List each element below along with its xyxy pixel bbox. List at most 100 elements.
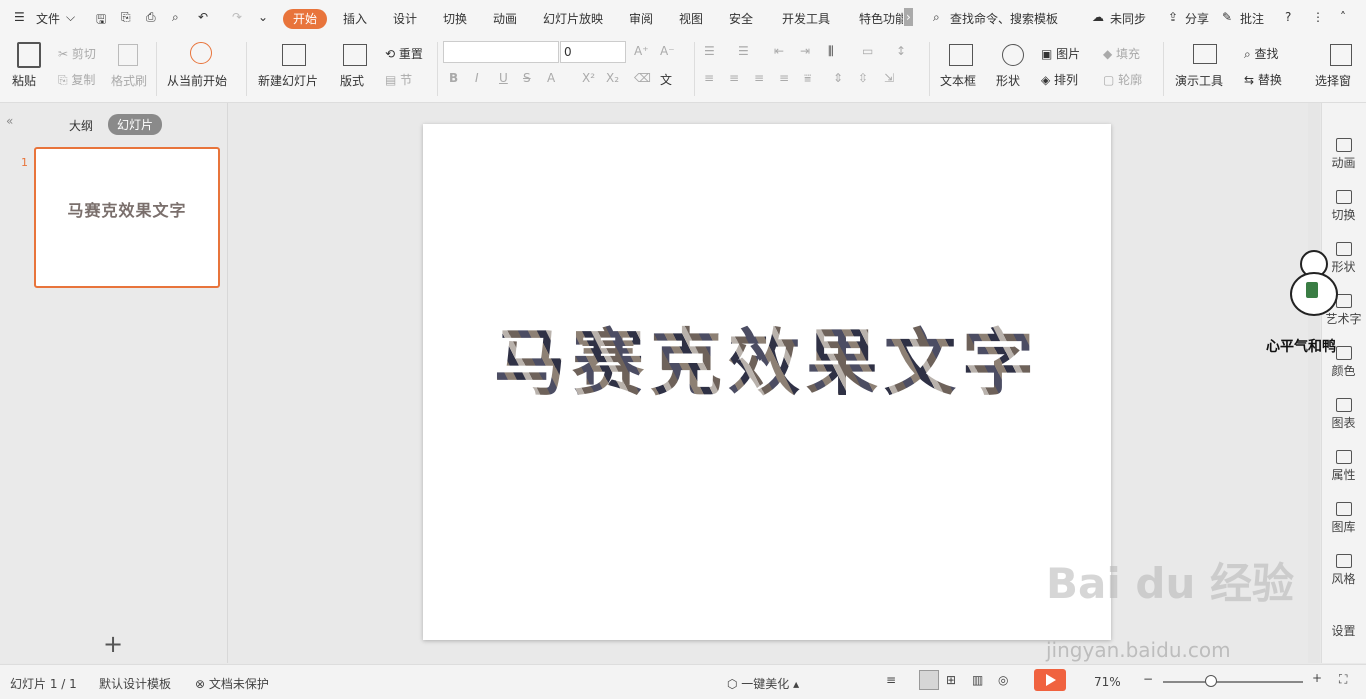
underline-icon[interactable]: U (499, 71, 508, 85)
new-slide-button[interactable]: 新建幻灯片 (258, 72, 318, 89)
layout-icon[interactable] (343, 44, 367, 66)
bullet-list-icon[interactable]: ☰ (704, 44, 715, 58)
distribute-icon[interactable]: ⩸ (804, 71, 811, 86)
vertical-scrollbar[interactable] (1308, 103, 1320, 663)
clear-format-icon[interactable]: ⌫ (634, 71, 651, 85)
zoom-slider[interactable] (1163, 681, 1303, 683)
sidebar-item-settings[interactable]: 设置 (1321, 622, 1366, 639)
cloud-icon[interactable]: ☁ (1092, 10, 1104, 24)
grid-view-icon[interactable]: ⊞ (946, 673, 956, 687)
fill-button[interactable]: ◆ 填充 (1103, 45, 1140, 62)
redo-icon[interactable]: ↷ (232, 10, 242, 24)
shape-icon[interactable] (1002, 44, 1024, 66)
cut-button[interactable]: ✂ 剪切 (58, 45, 96, 62)
strikethrough-icon[interactable]: S (523, 71, 531, 85)
collapse-panel-icon[interactable]: « (6, 114, 13, 128)
font-name-select[interactable] (443, 41, 559, 63)
text-box-button[interactable]: 文本框 (940, 72, 976, 89)
numbered-list-icon[interactable]: ☰ (738, 44, 749, 58)
bold-icon[interactable]: B (449, 71, 458, 85)
sidebar-item-animation[interactable]: 动画 (1321, 138, 1366, 171)
chevron-down-icon[interactable]: ⌵ (66, 10, 75, 25)
layout-button[interactable]: 版式 (340, 72, 364, 89)
more-icon[interactable]: ⋮ (1312, 10, 1324, 24)
format-painter-button[interactable]: 格式刷 (111, 72, 147, 89)
shrink-font-icon[interactable]: A⁻ (660, 44, 675, 58)
tab-animation[interactable]: 动画 (493, 10, 517, 27)
protect-status[interactable]: ⊗ 文档未保护 (195, 675, 269, 692)
shape-button[interactable]: 形状 (996, 72, 1020, 89)
slide-thumbnail[interactable]: 马赛克效果文字 (34, 147, 220, 288)
zoom-slider-handle[interactable] (1205, 675, 1217, 687)
reading-view-icon[interactable]: ▥ (972, 673, 983, 687)
tab-slides[interactable]: 幻灯片 (108, 114, 163, 135)
preview-icon[interactable]: ⌕ (172, 10, 179, 25)
align-left-icon[interactable]: ≡ (704, 71, 714, 85)
slide-title[interactable]: 马赛克效果文字 (423, 304, 1111, 409)
sidebar-item-properties[interactable]: 属性 (1321, 450, 1366, 483)
play-icon[interactable] (190, 42, 212, 64)
sidebar-item-gallery[interactable]: 图库 (1321, 502, 1366, 535)
italic-icon[interactable]: I (475, 71, 479, 85)
increase-indent-icon[interactable]: ⇥ (800, 44, 810, 58)
notes-icon[interactable]: ≡ (886, 673, 896, 687)
select-pane-icon[interactable] (1330, 44, 1352, 66)
arrange-button[interactable]: ◈ 排列 (1041, 71, 1078, 88)
outline-button[interactable]: ▢ 轮廓 (1103, 71, 1142, 88)
columns-icon[interactable]: ⫼ (828, 44, 834, 59)
picture-button[interactable]: ▣ 图片 (1041, 45, 1080, 62)
beautify-button[interactable]: ⬡ 一键美化 ▴ (727, 675, 799, 692)
vertical-align-icon[interactable]: ⇳ (858, 71, 868, 85)
present-tools-button[interactable]: 演示工具 (1175, 72, 1223, 89)
comment-button[interactable]: 批注 (1240, 10, 1264, 27)
tab-slideshow[interactable]: 幻灯片放映 (543, 10, 603, 27)
customize-icon[interactable]: ⌄ (258, 10, 268, 24)
presenter-view-icon[interactable]: ◎ (998, 673, 1008, 687)
align-right-icon[interactable]: ≡ (754, 71, 764, 85)
zoom-in-icon[interactable]: + (1312, 671, 1322, 685)
export-icon[interactable]: ⎘ (121, 10, 131, 25)
align-center-icon[interactable]: ≡ (729, 71, 739, 85)
zoom-level[interactable]: 71% (1094, 675, 1121, 689)
collapse-icon[interactable]: ˄ (1340, 10, 1346, 24)
tab-security[interactable]: 安全 (729, 10, 753, 27)
tab-review[interactable]: 审阅 (629, 10, 653, 27)
comment-icon[interactable]: ✎ (1222, 10, 1232, 24)
share-button[interactable]: 分享 (1185, 10, 1209, 27)
save-icon[interactable]: 🖫 (96, 10, 106, 31)
text-box-icon[interactable] (949, 44, 973, 66)
line-spacing-icon[interactable]: ↕ (896, 44, 906, 58)
justify-icon[interactable]: ≡ (779, 71, 789, 85)
sync-status[interactable]: 未同步 (1110, 10, 1146, 27)
file-menu[interactable]: 文件 (36, 10, 60, 27)
present-tools-icon[interactable] (1193, 44, 1217, 64)
add-slide-button[interactable]: + (103, 630, 123, 658)
reset-button[interactable]: ⟲ 重置 (385, 45, 423, 62)
superscript-icon[interactable]: X² (582, 71, 595, 85)
slide-canvas[interactable]: 马赛克效果文字 (423, 124, 1111, 640)
decrease-indent-icon[interactable]: ⇤ (774, 44, 784, 58)
hamburger-icon[interactable]: ☰ (14, 10, 25, 24)
tab-home[interactable]: 开始 (283, 9, 327, 29)
search-icon[interactable]: ⌕ (933, 10, 940, 25)
help-icon[interactable]: ? (1285, 10, 1291, 24)
font-color-icon[interactable]: A (547, 71, 555, 85)
subscript-icon[interactable]: X₂ (606, 71, 619, 85)
share-icon[interactable]: ⇪ (1168, 10, 1178, 24)
copy-button[interactable]: ⎘ 复制 (58, 71, 95, 88)
paste-button[interactable]: 粘贴 (12, 72, 36, 89)
new-slide-icon[interactable] (282, 44, 306, 66)
paragraph-spacing-icon[interactable]: ⇕ (833, 71, 843, 85)
tab-design[interactable]: 设计 (393, 10, 417, 27)
tab-developer[interactable]: 开发工具 (782, 10, 830, 27)
from-current-button[interactable]: 从当前开始 (167, 72, 227, 89)
tab-view[interactable]: 视图 (679, 10, 703, 27)
grow-font-icon[interactable]: A⁺ (634, 44, 649, 58)
find-button[interactable]: ⌕ 查找 (1244, 45, 1279, 62)
sidebar-item-chart[interactable]: 图表 (1321, 398, 1366, 431)
text-direction-icon[interactable]: ▭ (862, 44, 873, 58)
paste-icon[interactable] (17, 42, 41, 68)
phonetic-icon[interactable]: 文 (660, 71, 672, 88)
tab-outline[interactable]: 大纲 (69, 117, 93, 134)
undo-icon[interactable]: ↶ (198, 10, 208, 24)
